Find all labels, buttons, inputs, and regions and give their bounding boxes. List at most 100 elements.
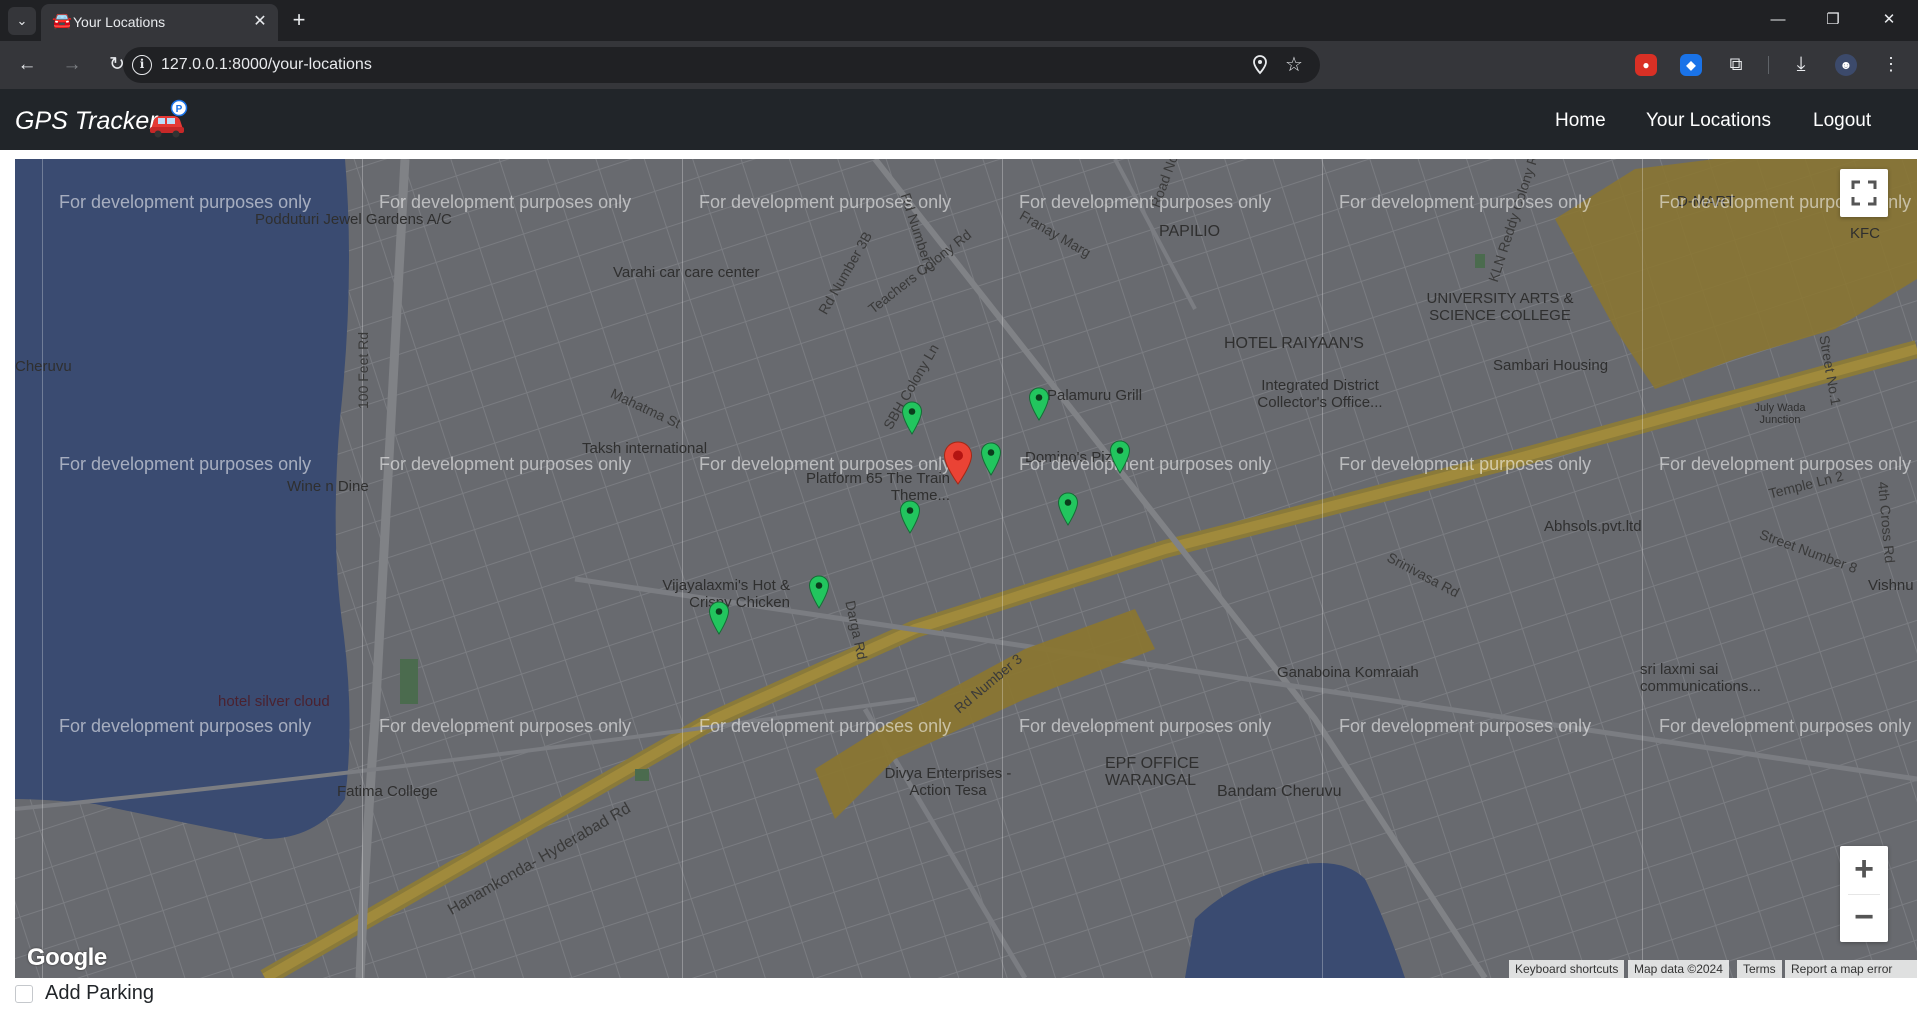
tab-list-chevron-down-icon[interactable]: ⌄ <box>8 7 36 35</box>
url-text[interactable]: 127.0.0.1:8000/your-locations <box>161 56 372 74</box>
extension-red-icon[interactable]: ● <box>1635 54 1657 76</box>
dev-watermark: For development purposes only <box>379 716 632 736</box>
google-logo[interactable]: Google <box>27 944 107 972</box>
add-parking-label[interactable]: Add Parking <box>45 982 154 1005</box>
place-label: Ganaboina Komraiah <box>1277 664 1419 681</box>
place-label: Integrated District Collector's Office..… <box>1257 377 1383 411</box>
dev-watermark: For development purposes only <box>1659 454 1912 474</box>
site-info-icon[interactable]: i <box>132 55 152 75</box>
dev-watermark: For development purposes only <box>1659 716 1912 736</box>
watermark-divider <box>362 159 363 978</box>
app-navbar: GPS Tracker P Home Your Locations Logout <box>0 89 1918 150</box>
watermark-divider <box>1322 159 1323 978</box>
saved-location-marker[interactable] <box>708 601 730 635</box>
nav-link-home[interactable]: Home <box>1555 110 1606 132</box>
back-icon[interactable]: ← <box>13 51 41 79</box>
nav-link-your-locations[interactable]: Your Locations <box>1646 110 1771 132</box>
svg-text:P: P <box>176 104 183 115</box>
zoom-out-button[interactable]: − <box>1840 894 1888 942</box>
dev-watermark: For development purposes only <box>1339 716 1592 736</box>
saved-location-marker[interactable] <box>901 401 923 435</box>
dev-watermark: For development purposes only <box>379 454 632 474</box>
dev-watermark: For development purposes only <box>699 454 952 474</box>
zoom-controls: + − <box>1840 846 1888 942</box>
nav-link-logout[interactable]: Logout <box>1813 110 1871 132</box>
forward-icon[interactable]: → <box>58 51 86 79</box>
saved-location-marker[interactable] <box>980 442 1002 476</box>
place-label: Platform 65 The Train Theme... <box>806 470 950 504</box>
car-parking-icon: P <box>150 99 188 138</box>
road-label: 100 Feet Rd <box>355 331 371 409</box>
toolbar-divider <box>1768 56 1769 74</box>
place-label: sri laxmi sai communications... <box>1640 661 1761 695</box>
profile-icon[interactable]: ☻ <box>1835 54 1857 76</box>
place-label: Divya Enterprises - Action Tesa <box>884 765 1012 799</box>
current-location-marker[interactable] <box>943 441 973 485</box>
place-label: Sambari Housing <box>1493 357 1609 374</box>
watermark-divider <box>682 159 683 978</box>
map-data-text: Map data ©2024 <box>1628 960 1729 978</box>
extensions-icon[interactable]: ⧉ <box>1726 54 1746 74</box>
browser-tab[interactable]: 🚘 Your Locations ✕ <box>41 4 278 41</box>
place-label: EPF OFFICE WARANGAL <box>1105 755 1200 789</box>
terms-link[interactable]: Terms <box>1737 960 1782 978</box>
star-icon[interactable]: ☆ <box>1284 55 1304 75</box>
fullscreen-button[interactable] <box>1840 169 1888 217</box>
place-label: Palamuru Grill <box>1047 387 1143 404</box>
place-label: Cheruvu <box>15 358 72 375</box>
report-map-error-link[interactable]: Report a map error <box>1785 960 1917 978</box>
new-tab-button[interactable]: + <box>286 8 312 34</box>
tab-close-icon[interactable]: ✕ <box>250 12 270 32</box>
saved-location-marker[interactable] <box>808 575 830 609</box>
dev-watermark: For development purposes only <box>699 716 952 736</box>
dev-watermark: For development purposes only <box>59 454 312 474</box>
download-icon[interactable]: ⤓ <box>1791 54 1811 74</box>
browser-tab-bar: ⌄ 🚘 Your Locations ✕ + — ❐ ✕ <box>0 0 1918 41</box>
close-window-button[interactable]: ✕ <box>1872 5 1906 35</box>
place-label: Abhsols.pvt.ltd <box>1544 518 1642 535</box>
menu-icon[interactable]: ⋮ <box>1881 54 1901 74</box>
watermark-divider <box>1642 159 1643 978</box>
dev-watermark: For development purposes only <box>699 192 952 212</box>
place-label: KFC <box>1850 225 1880 242</box>
saved-location-marker[interactable] <box>1057 492 1079 526</box>
watermark-divider <box>1002 159 1003 978</box>
place-label: Wine n Dine <box>287 478 369 495</box>
place-label: HOTEL RAIYAAN'S <box>1224 335 1364 352</box>
keyboard-shortcuts-link[interactable]: Keyboard shortcuts <box>1509 960 1625 978</box>
restore-button[interactable]: ❐ <box>1816 5 1850 35</box>
dev-watermark: For development purposes only <box>1339 454 1592 474</box>
place-label: Vishnu <box>1868 577 1914 594</box>
extension-blue-icon[interactable]: ◆ <box>1680 54 1702 76</box>
place-label: Varahi car care center <box>613 264 760 281</box>
fullscreen-icon <box>1851 180 1877 206</box>
dev-watermark: For development purposes only <box>59 716 312 736</box>
zoom-in-button[interactable]: + <box>1840 846 1888 894</box>
location-icon[interactable] <box>1250 55 1270 75</box>
place-label: UNIVERSITY ARTS & SCIENCE COLLEGE <box>1426 290 1574 324</box>
saved-location-marker[interactable] <box>899 500 921 534</box>
place-label: PAPILIO <box>1159 223 1221 240</box>
saved-location-marker[interactable] <box>1028 387 1050 421</box>
browser-toolbar: ← → ↻ i 127.0.0.1:8000/your-locations ☆ … <box>0 41 1918 89</box>
place-label: Bandam Cheruvu <box>1217 783 1342 800</box>
tab-title: Your Locations <box>73 14 166 30</box>
address-bar[interactable]: i 127.0.0.1:8000/your-locations ☆ <box>123 47 1320 83</box>
place-label: hotel silver cloud <box>218 693 330 710</box>
minimize-button[interactable]: — <box>1761 5 1795 35</box>
tab-favicon-car-icon: 🚘 <box>52 13 72 30</box>
locations-map[interactable]: Podduturi Jewel Gardens A/C Varahi car c… <box>15 159 1917 978</box>
dev-watermark: For development purposes only <box>379 192 632 212</box>
place-label: Podduturi Jewel Gardens A/C <box>255 211 452 228</box>
dev-watermark: For development purposes only <box>1019 192 1272 212</box>
place-label: Fatima College <box>337 783 438 800</box>
dev-watermark: For development purposes only <box>59 192 312 212</box>
add-parking-checkbox[interactable] <box>15 985 33 1003</box>
watermark-divider <box>42 159 43 978</box>
dev-watermark: For development purposes only <box>1019 454 1272 474</box>
map-base-layer <box>15 159 1917 978</box>
dev-watermark: For development purposes only <box>1019 716 1272 736</box>
saved-location-marker[interactable] <box>1109 440 1131 474</box>
brand-title[interactable]: GPS Tracker <box>15 107 158 136</box>
dev-watermark: For development purposes only <box>1339 192 1592 212</box>
